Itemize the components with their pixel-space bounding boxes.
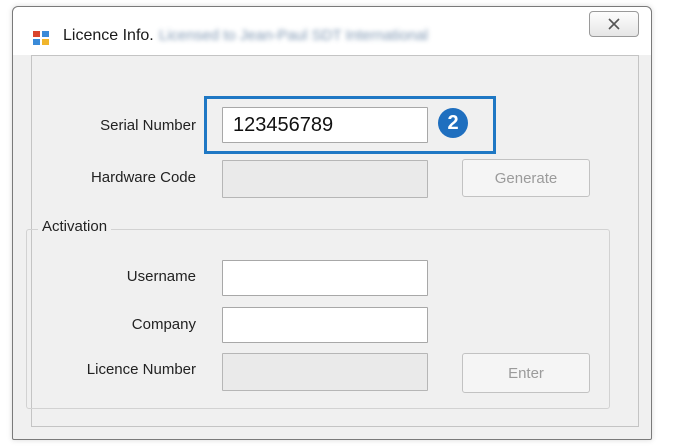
serial-number-label: Serial Number [100, 117, 196, 134]
close-icon [608, 18, 620, 30]
generate-button[interactable]: Generate [462, 159, 590, 197]
enter-button[interactable]: Enter [462, 353, 590, 393]
window-title: Licence Info. [63, 27, 154, 44]
licence-number-input[interactable] [222, 353, 428, 391]
hardware-code-label: Hardware Code [90, 169, 196, 186]
company-input[interactable] [222, 307, 428, 343]
licence-number-label: Licence Number [86, 361, 196, 378]
close-button[interactable] [589, 11, 639, 37]
hardware-code-input[interactable] [222, 160, 428, 198]
activation-group-label: Activation [38, 218, 112, 235]
app-window-icon [33, 31, 49, 45]
username-input[interactable] [222, 260, 428, 296]
username-label: Username [126, 268, 196, 285]
window-subtitle: Licensed to Jean-Paul SDT International [159, 27, 429, 44]
company-label: Company [131, 316, 196, 333]
step-badge: 2 [438, 108, 468, 138]
title-bar: Licence Info. Licensed to Jean-Paul SDT … [13, 7, 651, 55]
